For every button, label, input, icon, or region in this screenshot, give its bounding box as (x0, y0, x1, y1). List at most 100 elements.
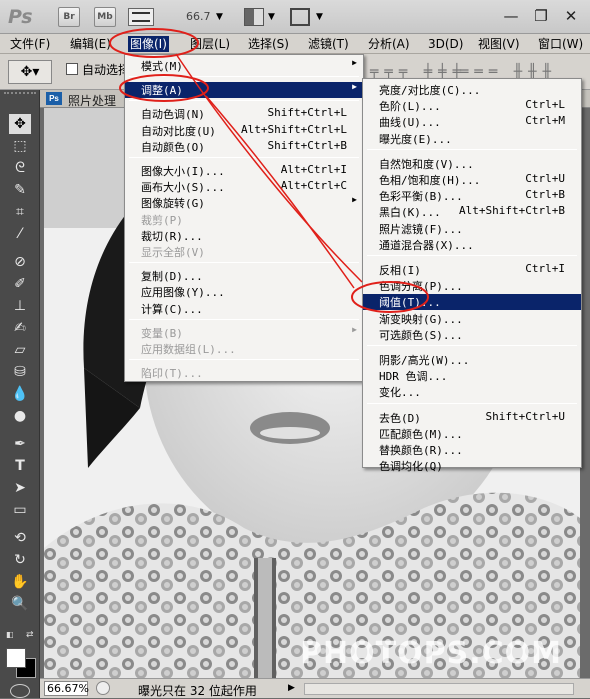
marquee-tool-icon[interactable]: ⬚ (9, 136, 31, 156)
image-menu-item[interactable]: 调整(A) ▶ (125, 82, 363, 99)
adjust-menu-item[interactable]: 反相(I) Ctrl+I (363, 262, 581, 278)
adjust-menu-item[interactable]: 照片滤镜(F)... (363, 221, 581, 237)
adjust-menu-item-label: 可选颜色(S)... (379, 328, 463, 342)
3d-orbit-tool-icon[interactable]: ↻ (9, 550, 31, 570)
pen-tool-icon[interactable]: ✒ (9, 434, 31, 454)
healing-tool-icon[interactable]: ⊘ (9, 252, 31, 272)
crop-tool-icon[interactable]: ⌗ (9, 202, 31, 222)
menu-edit[interactable]: 编辑(E) (70, 36, 111, 52)
adjust-menu-item[interactable]: 通道混合器(X)... (363, 237, 581, 253)
adjust-menu-item[interactable]: 色调分离(P)... (363, 278, 581, 294)
image-menu-item[interactable]: 图像大小(I)... Alt+Ctrl+I (125, 163, 363, 179)
brush-tool-icon[interactable]: ✐ (9, 274, 31, 294)
image-menu-item-label: 计算(C)... (141, 302, 203, 316)
default-colors-icon[interactable]: ◧ (6, 630, 14, 639)
image-menu-item[interactable]: 图像旋转(G) ▶ (125, 195, 363, 211)
adjust-menu-item[interactable]: 色彩平衡(B)... Ctrl+B (363, 188, 581, 204)
quick-select-tool-icon[interactable]: ✎ (9, 180, 31, 200)
move-tool-icon[interactable]: ✥ (9, 114, 31, 134)
adjust-menu-separator (367, 402, 577, 404)
image-menu-item[interactable]: 画布大小(S)... Alt+Ctrl+C (125, 179, 363, 195)
adjust-menu-item[interactable]: 色阶(L)... Ctrl+L (363, 98, 581, 114)
image-menu-item[interactable]: 应用图像(Y)... (125, 284, 363, 300)
arrange-dropdown-icon[interactable]: ▼ (268, 12, 275, 22)
foreground-color-swatch[interactable] (6, 648, 26, 668)
adjust-menu-item[interactable]: HDR 色调... (363, 368, 581, 384)
shape-tool-icon[interactable]: ▭ (9, 500, 31, 520)
dodge-tool-icon[interactable]: ● (9, 406, 31, 426)
menu-view[interactable]: 视图(V) (478, 36, 520, 52)
auto-select-checkbox[interactable] (66, 63, 78, 75)
adjust-menu-item[interactable]: 替换颜色(R)... (363, 442, 581, 458)
status-zoom-field[interactable]: 66.67% (44, 681, 89, 696)
image-menu-item-label: 自动颜色(O) (141, 140, 205, 154)
clone-stamp-tool-icon[interactable]: ⊥ (9, 296, 31, 316)
history-brush-tool-icon[interactable]: ✍ (9, 318, 31, 338)
menu-file[interactable]: 文件(F) (10, 36, 50, 52)
image-menu-item[interactable]: 复制(D)... (125, 268, 363, 284)
adjust-menu-item-label: 阴影/高光(W)... (379, 354, 470, 367)
move-tool-preset-icon[interactable]: ✥▾ (8, 60, 52, 84)
3d-rotate-tool-icon[interactable]: ⟲ (9, 528, 31, 548)
image-menu-item-label: 图像大小(I)... (141, 165, 225, 178)
image-menu-item[interactable]: 计算(C)... (125, 301, 363, 317)
adjust-menu-item[interactable]: 亮度/对比度(C)... (363, 82, 581, 98)
adjust-menu-item[interactable]: 黑白(K)... Alt+Shift+Ctrl+B (363, 204, 581, 220)
adjust-menu-item[interactable]: 去色(D) Shift+Ctrl+U (363, 410, 581, 426)
eraser-tool-icon[interactable]: ▱ (9, 340, 31, 360)
image-menu-separator (129, 157, 359, 158)
bridge-button[interactable]: Br (58, 7, 80, 27)
document-title: 照片处理 (68, 94, 117, 108)
adjust-menu-item[interactable]: 曲线(U)... Ctrl+M (363, 114, 581, 130)
image-menu-item-label: 陷印(T)... (141, 367, 203, 381)
menu-layer[interactable]: 图层(L) (190, 36, 230, 52)
restore-button[interactable]: ❐ (530, 6, 552, 26)
menu-window[interactable]: 窗口(W) (538, 36, 583, 52)
adjust-menu-item[interactable]: 阈值(T)... (363, 294, 581, 311)
arrange-icon[interactable] (244, 8, 264, 26)
lasso-tool-icon[interactable]: ᘓ (9, 158, 31, 178)
status-options-icon[interactable] (96, 681, 110, 695)
zoom-level[interactable]: 66.7 (186, 10, 211, 23)
panel-grip[interactable] (4, 92, 36, 98)
close-button[interactable]: ✕ (560, 6, 582, 26)
menu-image[interactable]: 图像(I) (128, 36, 169, 52)
status-arrow-icon[interactable]: ▶ (288, 683, 295, 693)
menu-3d[interactable]: 3D(D) (428, 36, 463, 52)
adjust-menu-item[interactable]: 渐变映射(G)... (363, 311, 581, 327)
path-select-tool-icon[interactable]: ➤ (9, 478, 31, 498)
menu-select[interactable]: 选择(S) (248, 36, 289, 52)
horizontal-scrollbar[interactable] (304, 683, 574, 695)
adjust-menu-item[interactable]: 阴影/高光(W)... (363, 352, 581, 368)
image-menu-item[interactable]: 自动色调(N) Shift+Ctrl+L (125, 106, 363, 122)
hand-tool-icon[interactable]: ✋ (9, 572, 31, 592)
eyedropper-tool-icon[interactable]: ⁄ (9, 224, 31, 244)
blur-tool-icon[interactable]: 💧 (9, 384, 31, 404)
image-menu-item: 陷印(T)... (125, 365, 363, 381)
adjust-menu-item[interactable]: 可选颜色(S)... (363, 327, 581, 343)
zoom-tool-icon[interactable]: 🔍 (9, 594, 31, 614)
image-menu-item[interactable]: 裁切(R)... (125, 228, 363, 244)
menu-analysis[interactable]: 分析(A) (368, 36, 410, 52)
image-menu-item-label: 复制(D)... (141, 270, 203, 284)
adjust-menu-item[interactable]: 色相/饱和度(H)... Ctrl+U (363, 172, 581, 188)
swap-colors-icon[interactable]: ⇄ (26, 630, 34, 640)
image-menu-item[interactable]: 模式(M) ▶ (125, 58, 363, 74)
type-tool-icon[interactable]: T (9, 456, 31, 476)
adjust-menu-item[interactable]: 曝光度(E)... (363, 131, 581, 147)
adjust-menu-item[interactable]: 自然饱和度(V)... (363, 156, 581, 172)
adjust-menu-item[interactable]: 色调均化(Q) (363, 458, 581, 474)
adjust-menu-item[interactable]: 变化... (363, 384, 581, 400)
adjust-menu-item[interactable]: 匹配颜色(M)... (363, 426, 581, 442)
quick-mask-icon[interactable] (10, 684, 30, 698)
extras-icon[interactable] (290, 8, 310, 26)
screen-mode-icon[interactable] (128, 8, 154, 26)
mini-bridge-button[interactable]: Mb (94, 7, 116, 27)
zoom-dropdown-icon[interactable]: ▼ (216, 12, 223, 22)
extras-dropdown-icon[interactable]: ▼ (316, 12, 323, 22)
menu-filter[interactable]: 滤镜(T) (308, 36, 349, 52)
paint-bucket-tool-icon[interactable]: ⛁ (9, 362, 31, 382)
image-menu-item[interactable]: 自动对比度(U) Alt+Shift+Ctrl+L (125, 123, 363, 139)
image-menu-item[interactable]: 自动颜色(O) Shift+Ctrl+B (125, 139, 363, 155)
minimize-button[interactable]: — (500, 6, 522, 26)
